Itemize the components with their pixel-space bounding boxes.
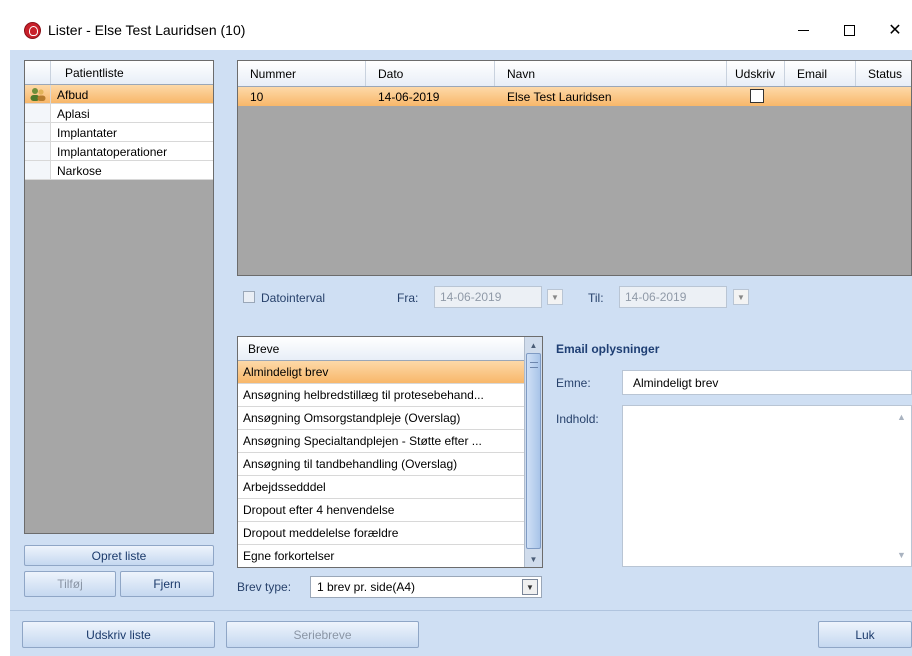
column-header-udskriv[interactable]: Udskriv [727, 61, 785, 86]
patient-list-item-label: Implantater [57, 126, 118, 140]
to-label: Til: [588, 291, 604, 305]
people-icon [30, 88, 46, 101]
letters-scrollbar[interactable]: ▲ ▼ [524, 337, 542, 567]
letters-list-header: Breve [238, 337, 542, 361]
cell-dato: 14-06-2019 [378, 90, 440, 104]
column-header-email[interactable]: Email [785, 61, 856, 86]
letter-type-label: Brev type: [237, 580, 292, 594]
close-button[interactable]: Luk [818, 621, 912, 648]
app-logo-icon [24, 22, 41, 39]
date-interval-checkbox[interactable] [243, 291, 255, 303]
patient-list-item-afbud[interactable]: Afbud [25, 85, 213, 104]
grid-header: Nummer Dato Navn Udskriv Email Status [238, 61, 911, 87]
column-header-dato[interactable]: Dato [366, 61, 495, 86]
serial-letters-button[interactable]: Seriebreve [226, 621, 419, 648]
table-row[interactable]: 10 14-06-2019 Else Test Lauridsen [238, 87, 911, 106]
patient-list-item-implantater[interactable]: Implantater [25, 123, 213, 142]
column-header-nummer[interactable]: Nummer [238, 61, 366, 86]
list-item[interactable]: Egne forkortelser [238, 545, 524, 567]
subject-value: Almindeligt brev [633, 376, 719, 390]
minimize-icon [797, 29, 809, 31]
list-item[interactable]: Almindeligt brev [238, 361, 524, 384]
to-date-field[interactable]: 14-06-2019 [619, 286, 727, 308]
date-interval-label: Datointerval [261, 291, 326, 305]
chevron-down-icon: ▼ [551, 292, 559, 302]
patient-list: Patientliste Afbud Aplasi Implantater Im… [24, 60, 214, 534]
patient-list-item-label: Implantatoperationer [57, 145, 168, 159]
from-date-dropdown[interactable]: ▼ [547, 289, 563, 305]
add-button[interactable]: Tilføj [24, 571, 116, 597]
column-header-navn[interactable]: Navn [495, 61, 727, 86]
body-scrollbar[interactable]: ▲ ▼ [894, 406, 911, 566]
print-list-button[interactable]: Udskriv liste [22, 621, 215, 648]
letters-list: Breve Almindeligt brev Ansøgning helbred… [237, 336, 543, 568]
patient-list-item-implantatoperationer[interactable]: Implantatoperationer [25, 142, 213, 161]
minimize-button[interactable] [780, 10, 826, 50]
dialog-client-area: Patientliste Afbud Aplasi Implantater Im… [10, 50, 912, 656]
list-item[interactable]: Arbejdssedddel [238, 476, 524, 499]
letters-list-header-label: Breve [248, 342, 280, 356]
window-title: Lister - Else Test Lauridsen (10) [48, 22, 246, 38]
scroll-up-icon[interactable]: ▲ [897, 412, 906, 422]
maximize-icon [843, 24, 855, 36]
cell-navn: Else Test Lauridsen [507, 90, 612, 104]
patient-list-header: Patientliste [25, 61, 213, 85]
subject-input[interactable]: Almindeligt brev [622, 370, 912, 395]
list-item[interactable]: Ansøgning helbredstillæg til protesebeha… [238, 384, 524, 407]
patient-list-item-label: Narkose [57, 164, 102, 178]
close-icon: ✕ [888, 22, 902, 39]
patient-grid: Nummer Dato Navn Udskriv Email Status 10… [237, 60, 912, 276]
row-header [25, 104, 51, 122]
close-window-button[interactable]: ✕ [872, 10, 912, 50]
letter-type-value: 1 brev pr. side(A4) [317, 580, 416, 594]
row-header [25, 85, 51, 103]
patient-list-item-label: Afbud [57, 88, 89, 102]
row-header [25, 123, 51, 141]
from-label: Fra: [397, 291, 419, 305]
column-header-status[interactable]: Status [856, 61, 911, 86]
letter-type-dropdown[interactable]: ▼ [522, 579, 538, 595]
maximize-button[interactable] [826, 10, 872, 50]
row-header [25, 142, 51, 160]
subject-label: Emne: [556, 376, 591, 390]
date-filter-row: Datointerval Fra: 14-06-2019 ▼ Til: 14-0… [243, 286, 803, 310]
list-item[interactable]: Dropout efter 4 henvendelse [238, 499, 524, 522]
chevron-down-icon: ▼ [526, 582, 534, 592]
list-item[interactable]: Ansøgning til tandbehandling (Overslag) [238, 453, 524, 476]
title-bar: Lister - Else Test Lauridsen (10) ✕ [10, 10, 912, 50]
scroll-down-icon[interactable]: ▼ [897, 550, 906, 560]
footer-divider [10, 610, 912, 611]
letter-type-select[interactable]: 1 brev pr. side(A4) ▼ [310, 576, 542, 598]
list-item[interactable]: Ansøgning Specialtandplejen - Støtte eft… [238, 430, 524, 453]
list-item[interactable]: Ansøgning Omsorgstandpleje (Overslag) [238, 407, 524, 430]
grip-icon [530, 362, 538, 368]
row-header [25, 161, 51, 179]
from-date-field[interactable]: 14-06-2019 [434, 286, 542, 308]
chevron-down-icon: ▼ [737, 292, 745, 302]
scroll-down-icon[interactable]: ▼ [525, 551, 542, 567]
list-item[interactable]: Dropout meddelelse forældre [238, 522, 524, 545]
scroll-thumb[interactable] [526, 353, 541, 549]
body-label: Indhold: [556, 412, 599, 426]
patient-list-item-label: Aplasi [57, 107, 90, 121]
udskriv-checkbox[interactable] [750, 89, 764, 103]
from-date-value: 14-06-2019 [440, 290, 502, 304]
scroll-up-icon[interactable]: ▲ [525, 337, 542, 353]
remove-button[interactable]: Fjern [120, 571, 214, 597]
to-date-value: 14-06-2019 [625, 290, 687, 304]
cell-nummer: 10 [250, 90, 264, 104]
patient-list-header-label: Patientliste [65, 66, 124, 80]
create-list-button[interactable]: Opret liste [24, 545, 214, 566]
email-section-title: Email oplysninger [556, 342, 660, 356]
patient-list-item-aplasi[interactable]: Aplasi [25, 104, 213, 123]
row-header-corner [25, 61, 51, 84]
to-date-dropdown[interactable]: ▼ [733, 289, 749, 305]
patient-list-item-narkose[interactable]: Narkose [25, 161, 213, 180]
body-textarea[interactable]: ▲ ▼ [622, 405, 912, 567]
